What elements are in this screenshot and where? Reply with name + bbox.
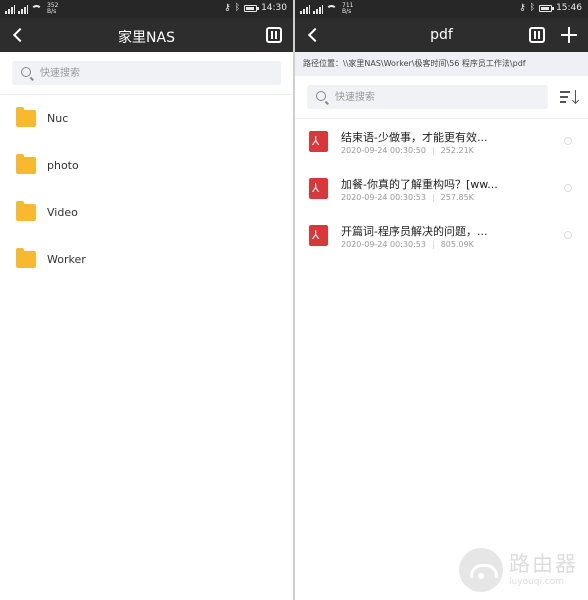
list-item[interactable]: Worker (0, 236, 293, 283)
select-radio[interactable] (564, 231, 572, 239)
signal-icon (313, 4, 323, 14)
status-time: 15:46 (556, 3, 582, 13)
page-title: 家里NAS (118, 30, 175, 46)
status-bar: 352 B/s ⚷ ᛒ 14:30 (0, 0, 293, 18)
folder-name: Nuc (47, 112, 69, 125)
watermark-cn: 路由器 (509, 552, 578, 576)
list-item[interactable]: photo (0, 142, 293, 189)
back-arrow-icon[interactable] (305, 26, 323, 44)
signal-icon (300, 4, 310, 14)
file-meta: 2020-09-24 00:30:53 | 257.85K (341, 193, 474, 202)
bluetooth-icon: ᛒ (234, 3, 241, 13)
battery-icon (539, 4, 555, 12)
folder-name: Worker (47, 253, 86, 266)
watermark-en: luyouqi.com (509, 577, 565, 587)
key-icon: ⚷ (224, 3, 231, 13)
net-speed: 711 B/s (342, 2, 354, 15)
folder-icon (16, 248, 36, 268)
search-icon (21, 67, 31, 77)
right-screen: 711 B/s ⚷ ᛒ 15:46 pdf 路径位置：\\家里NAS\Worke… (295, 0, 588, 600)
pdf-file-icon (309, 225, 328, 246)
list-item[interactable]: 开篇词-程序员解决的问题，... 2020-09-24 00:30:53|805… (295, 213, 588, 260)
folder-icon (16, 107, 36, 127)
file-meta: 2020-09-24 00:30:53 | 805.09K (341, 240, 474, 249)
select-radio[interactable] (564, 184, 572, 192)
file-list: 结束语-少做事，才能更有效... 2020-09-24 00:30:50|252… (295, 118, 588, 260)
status-time: 14:30 (261, 3, 287, 13)
title-bar: 家里NAS (0, 18, 293, 52)
left-screen: 352 B/s ⚷ ᛒ 14:30 家里NAS Nuc photo (0, 0, 293, 600)
breadcrumb: 路径位置：\\家里NAS\Worker\极客时间\56 程序员工作法\pdf (295, 52, 588, 76)
pdf-file-icon (309, 131, 328, 152)
watermark-logo: 路由器 luyouqi.com (459, 548, 578, 592)
search-bar (0, 52, 293, 94)
file-name: 开篇词-程序员解决的问题，... (341, 225, 488, 238)
folder-list: Nuc photo Video Worker (0, 94, 293, 283)
bluetooth-icon: ᛒ (529, 3, 536, 13)
plus-icon[interactable] (560, 26, 578, 44)
title-bar: pdf (295, 18, 588, 52)
file-name: 加餐-你真的了解重构吗？[ww... (341, 178, 498, 191)
signal-icon (5, 4, 15, 14)
battery-icon (244, 4, 260, 12)
page-title: pdf (430, 27, 453, 43)
search-box[interactable] (307, 85, 548, 109)
sort-list-icon[interactable] (560, 89, 578, 105)
status-bar: 711 B/s ⚷ ᛒ 15:46 (295, 0, 588, 18)
search-bar (295, 76, 588, 118)
path-label: 路径位置： (303, 59, 343, 68)
folder-name: Video (47, 206, 78, 219)
search-input[interactable] (40, 61, 240, 85)
folder-icon (16, 201, 36, 221)
signal-icon (18, 4, 28, 14)
back-arrow-icon[interactable] (10, 26, 28, 44)
search-input[interactable] (335, 85, 535, 109)
file-name: 结束语-少做事，才能更有效... (341, 131, 488, 144)
folder-name: photo (47, 159, 79, 172)
path-value: \\家里NAS\Worker\极客时间\56 程序员工作法\pdf (343, 59, 526, 68)
folder-icon (16, 154, 36, 174)
sort-icon[interactable] (528, 26, 546, 44)
pdf-file-icon (309, 178, 328, 199)
net-speed: 352 B/s (47, 2, 59, 15)
select-radio[interactable] (564, 137, 572, 145)
list-item[interactable]: 加餐-你真的了解重构吗？[ww... 2020-09-24 00:30:53|2… (295, 166, 588, 213)
list-item[interactable]: 结束语-少做事，才能更有效... 2020-09-24 00:30:50|252… (295, 119, 588, 166)
file-meta: 2020-09-24 00:30:50 | 252.21K (341, 146, 474, 155)
list-item[interactable]: Video (0, 189, 293, 236)
search-box[interactable] (12, 61, 281, 85)
router-logo-icon (459, 548, 503, 592)
list-item[interactable]: Nuc (0, 95, 293, 142)
sort-icon[interactable] (265, 26, 283, 44)
search-icon (316, 91, 326, 101)
key-icon: ⚷ (519, 3, 526, 13)
wifi-icon (31, 5, 42, 13)
wifi-icon (326, 5, 337, 13)
